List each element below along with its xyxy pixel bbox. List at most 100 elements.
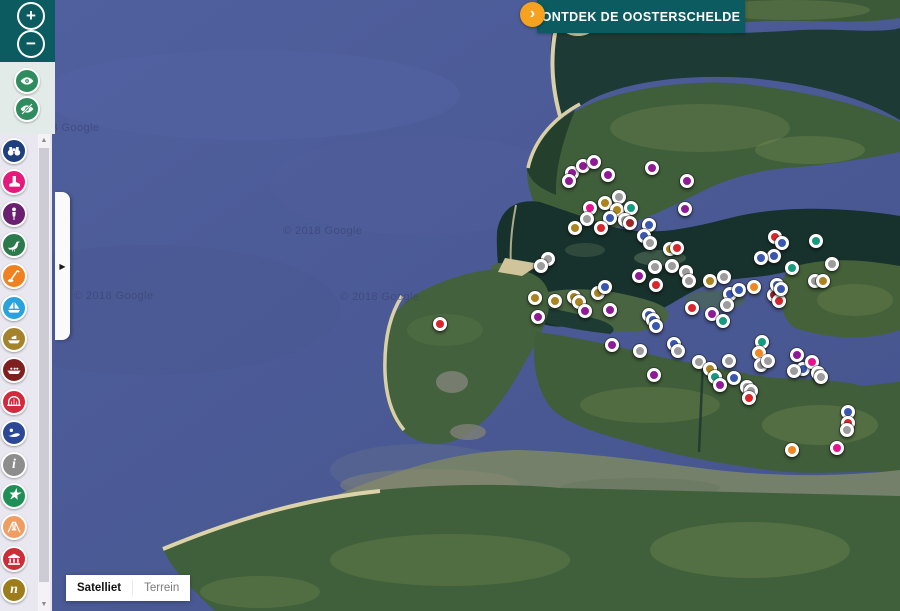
map-marker[interactable]: [727, 371, 741, 385]
map-marker[interactable]: [703, 274, 717, 288]
map-marker[interactable]: [716, 314, 730, 328]
map-marker[interactable]: [534, 259, 548, 273]
map-marker[interactable]: [531, 310, 545, 324]
map-marker[interactable]: [587, 155, 601, 169]
map-type-control: SatellietTerrein: [66, 575, 190, 601]
map-marker[interactable]: [785, 443, 799, 457]
map-marker[interactable]: [722, 354, 736, 368]
map-marker[interactable]: [632, 269, 646, 283]
map-marker[interactable]: [648, 260, 662, 274]
map-marker[interactable]: [680, 174, 694, 188]
binoculars-icon: [6, 143, 22, 159]
map-marker[interactable]: [785, 261, 799, 275]
map-marker[interactable]: [578, 304, 592, 318]
map-marker[interactable]: [643, 236, 657, 250]
map-marker[interactable]: [825, 257, 839, 271]
map-canvas[interactable]: © 2018 Google© 2018 Google© 2018 Google©…: [0, 0, 900, 611]
banner[interactable]: › ONTDEK DE OOSTERSCHELDE: [537, 0, 745, 33]
scroll-up-arrow[interactable]: ▲: [38, 134, 50, 147]
map-marker[interactable]: [830, 441, 844, 455]
map-marker[interactable]: [682, 274, 696, 288]
scrollbar-thumb[interactable]: [39, 148, 49, 582]
legend-item-sloop[interactable]: [1, 357, 27, 383]
person-icon: [6, 206, 22, 222]
map-marker[interactable]: [633, 344, 647, 358]
scroll-down-arrow[interactable]: ▼: [38, 598, 50, 611]
map-marker[interactable]: [649, 278, 663, 292]
legend-item-museum[interactable]: [1, 546, 27, 572]
panel-expand-handle[interactable]: ▶: [55, 192, 70, 340]
legend-scrollbar[interactable]: ▲ ▼: [38, 134, 50, 611]
map-marker[interactable]: [623, 216, 637, 230]
zoom-in-button[interactable]: +: [17, 2, 45, 30]
map-marker[interactable]: [594, 221, 608, 235]
map-marker[interactable]: [603, 303, 617, 317]
map-marker[interactable]: [720, 298, 734, 312]
metal-detector-icon: [6, 268, 22, 284]
map-marker[interactable]: [548, 294, 562, 308]
map-marker[interactable]: [754, 251, 768, 265]
eye-off-icon: [19, 101, 35, 117]
map-marker[interactable]: [649, 319, 663, 333]
map-marker[interactable]: [790, 348, 804, 362]
map-marker[interactable]: [717, 270, 731, 284]
legend-item-bird[interactable]: [1, 232, 27, 258]
map-marker[interactable]: [767, 249, 781, 263]
map-marker[interactable]: [580, 212, 594, 226]
n-logo-icon: n: [10, 583, 18, 597]
map-marker[interactable]: [562, 174, 576, 188]
motorboat-icon: [6, 331, 22, 347]
legend-item-hiking-boot[interactable]: [1, 169, 27, 195]
show-all-eye-button[interactable]: [14, 68, 40, 94]
map-marker[interactable]: [742, 391, 756, 405]
legend-item-motorboat[interactable]: [1, 326, 27, 352]
legend-item-star[interactable]: ★: [1, 483, 27, 509]
map-marker[interactable]: [775, 236, 789, 250]
map-marker[interactable]: [601, 168, 615, 182]
star-icon: ★: [8, 489, 21, 503]
legend-item-sailboat[interactable]: [1, 295, 27, 321]
map-marker[interactable]: [665, 259, 679, 273]
map-marker[interactable]: [816, 274, 830, 288]
map-marker[interactable]: [747, 280, 761, 294]
map-marker[interactable]: [774, 282, 788, 296]
map-marker[interactable]: [670, 241, 684, 255]
map-markers-layer: [0, 0, 900, 611]
map-marker[interactable]: [809, 234, 823, 248]
legend-item-barrier[interactable]: [1, 389, 27, 415]
map-marker[interactable]: [732, 283, 746, 297]
map-type-terrein[interactable]: Terrein: [133, 575, 190, 601]
map-marker[interactable]: [612, 190, 626, 204]
map-marker[interactable]: [713, 378, 727, 392]
map-marker[interactable]: [772, 294, 786, 308]
map-marker[interactable]: [685, 301, 699, 315]
map-marker[interactable]: [433, 317, 447, 331]
map-marker[interactable]: [598, 280, 612, 294]
hide-all-eye-off-button[interactable]: [14, 96, 40, 122]
banner-chevron-icon[interactable]: ›: [520, 2, 545, 27]
map-marker[interactable]: [840, 423, 854, 437]
playground-icon: [6, 519, 22, 535]
map-marker[interactable]: [787, 364, 801, 378]
legend-item-info[interactable]: i: [1, 452, 27, 478]
map-marker[interactable]: [671, 344, 685, 358]
sailboat-icon: [6, 300, 22, 316]
legend-item-binoculars[interactable]: [1, 138, 27, 164]
legend-item-n-logo[interactable]: n: [1, 577, 27, 603]
map-marker[interactable]: [678, 202, 692, 216]
map-marker[interactable]: [647, 368, 661, 382]
diver-icon: [6, 425, 22, 441]
legend-item-person[interactable]: [1, 201, 27, 227]
map-marker[interactable]: [761, 354, 775, 368]
map-marker[interactable]: [814, 370, 828, 384]
map-marker[interactable]: [568, 221, 582, 235]
legend-sidebar: i ★ n ▲ ▼: [0, 134, 52, 611]
map-marker[interactable]: [645, 161, 659, 175]
map-type-satelliet[interactable]: Satelliet: [66, 575, 132, 601]
legend-item-playground[interactable]: [1, 514, 27, 540]
map-marker[interactable]: [605, 338, 619, 352]
map-marker[interactable]: [528, 291, 542, 305]
legend-item-metal-detector[interactable]: [1, 263, 27, 289]
zoom-out-button[interactable]: −: [17, 30, 45, 58]
legend-item-diver[interactable]: [1, 420, 27, 446]
